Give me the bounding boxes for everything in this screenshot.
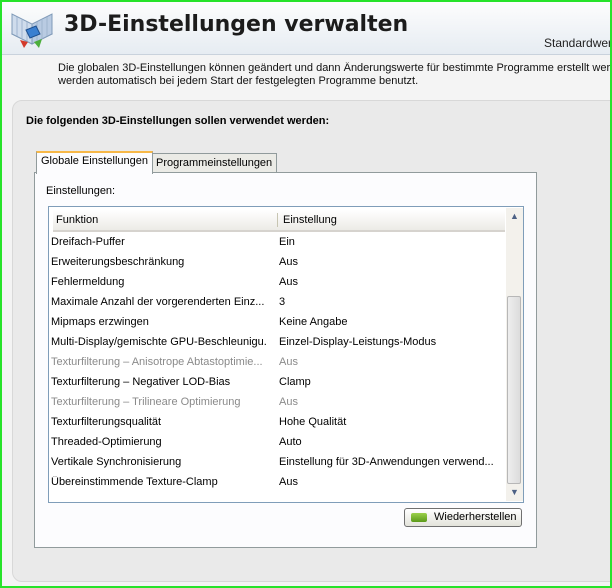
row-function: Übereinstimmende Texture-Clamp — [51, 476, 218, 488]
row-setting[interactable]: Ein — [279, 236, 499, 248]
table-row[interactable]: Texturfilterung – Anisotrope Abtastoptim… — [49, 353, 501, 373]
tab-program-settings-label: Programmeinstellungen — [156, 157, 273, 169]
row-setting[interactable]: Aus — [279, 276, 499, 288]
description-line-1: Die globalen 3D-Einstellungen können geä… — [58, 62, 610, 74]
row-function: Erweiterungsbeschränkung — [51, 256, 185, 268]
row-function: Vertikale Synchronisierung — [51, 456, 182, 468]
scroll-up-icon[interactable]: ▲ — [506, 208, 523, 225]
row-setting[interactable]: Keine Angabe — [279, 316, 499, 328]
page-header: 3D-Einstellungen verwalten Standardwer — [2, 2, 612, 55]
row-setting[interactable]: Clamp — [279, 376, 499, 388]
page-description: Die globalen 3D-Einstellungen können geä… — [58, 62, 610, 88]
row-function: Texturfilterung – Negativer LOD-Bias — [51, 376, 231, 388]
row-function: Texturfilterungsqualität — [51, 416, 162, 428]
table-row[interactable]: Dreifach-Puffer Ein — [49, 233, 501, 253]
table-row[interactable]: Texturfilterung – Negativer LOD-Bias Clam… — [49, 373, 501, 393]
description-line-2: werden automatisch bei jedem Start der f… — [58, 75, 419, 87]
row-function: Multi-Display/gemischte GPU-Beschleunigu… — [51, 336, 267, 348]
row-setting[interactable]: Einstellung für 3D-Anwendungen verwend..… — [279, 456, 499, 468]
row-function: Texturfilterung – Anisotrope Abtastoptim… — [51, 356, 263, 368]
section-heading: Die folgenden 3D-Einstellungen sollen ve… — [26, 115, 330, 127]
row-function: Mipmaps erzwingen — [51, 316, 149, 328]
column-separator[interactable] — [277, 213, 278, 227]
table-row[interactable]: Übereinstimmende Texture-Clamp Aus — [49, 473, 501, 493]
scroll-down-icon[interactable]: ▼ — [506, 484, 523, 501]
tab-program-settings[interactable]: Programmeinstellungen — [151, 153, 278, 173]
scroll-thumb[interactable] — [507, 296, 521, 484]
row-setting[interactable]: Einzel-Display-Leistungs-Modus — [279, 336, 499, 348]
table-row[interactable]: Texturfilterung – Trilineare Optimierung… — [49, 393, 501, 413]
row-setting[interactable]: Hohe Qualität — [279, 416, 499, 428]
tab-global-settings[interactable]: Globale Einstellungen — [36, 151, 154, 174]
row-function: Texturfilterung – Trilineare Optimierung — [51, 396, 241, 408]
column-header-function[interactable]: Funktion — [56, 214, 98, 226]
page-title: 3D-Einstellungen verwalten — [64, 12, 409, 37]
row-setting[interactable]: Aus — [279, 476, 499, 488]
table-row[interactable]: Texturfilterungsqualität Hohe Qualität — [49, 413, 501, 433]
row-function: Maximale Anzahl der vorgerenderten Einz.… — [51, 296, 265, 308]
settings-list[interactable]: Funktion Einstellung Dreifach-Puffer Ein E… — [48, 206, 524, 503]
table-row[interactable]: Fehlermeldung Aus — [49, 273, 501, 293]
table-row[interactable]: Threaded-Optimierung Auto — [49, 433, 501, 453]
row-function: Fehlermeldung — [51, 276, 125, 288]
row-setting[interactable]: Auto — [279, 436, 499, 448]
nvidia-icon — [411, 513, 427, 522]
list-header: Funktion Einstellung — [53, 210, 505, 232]
table-row[interactable]: Maximale Anzahl der vorgerenderten Einz.… — [49, 293, 501, 313]
row-setting[interactable]: 3 — [279, 296, 499, 308]
row-function: Dreifach-Puffer — [51, 236, 125, 248]
tab-global-settings-label: Globale Einstellungen — [41, 155, 149, 167]
column-header-setting[interactable]: Einstellung — [283, 214, 337, 226]
row-setting[interactable]: Aus — [279, 356, 499, 368]
row-function: Threaded-Optimierung — [51, 436, 162, 448]
vertical-scrollbar[interactable]: ▲ ▼ — [506, 208, 523, 501]
table-row[interactable]: Multi-Display/gemischte GPU-Beschleunigu… — [49, 333, 501, 353]
table-row[interactable]: Vertikale Synchronisierung Einstellung fü… — [49, 453, 501, 473]
settings-label: Einstellungen: — [46, 185, 116, 197]
restore-defaults-link[interactable]: Standardwer — [544, 36, 612, 50]
row-setting[interactable]: Aus — [279, 396, 499, 408]
restore-button[interactable]: Wiederherstellen — [404, 508, 522, 527]
nvidia-3d-settings-icon — [6, 4, 58, 54]
table-row[interactable]: Mipmaps erzwingen Keine Angabe — [49, 313, 501, 333]
row-setting[interactable]: Aus — [279, 256, 499, 268]
table-row[interactable]: Erweiterungsbeschränkung Aus — [49, 253, 501, 273]
restore-button-label: Wiederherstellen — [434, 511, 517, 523]
